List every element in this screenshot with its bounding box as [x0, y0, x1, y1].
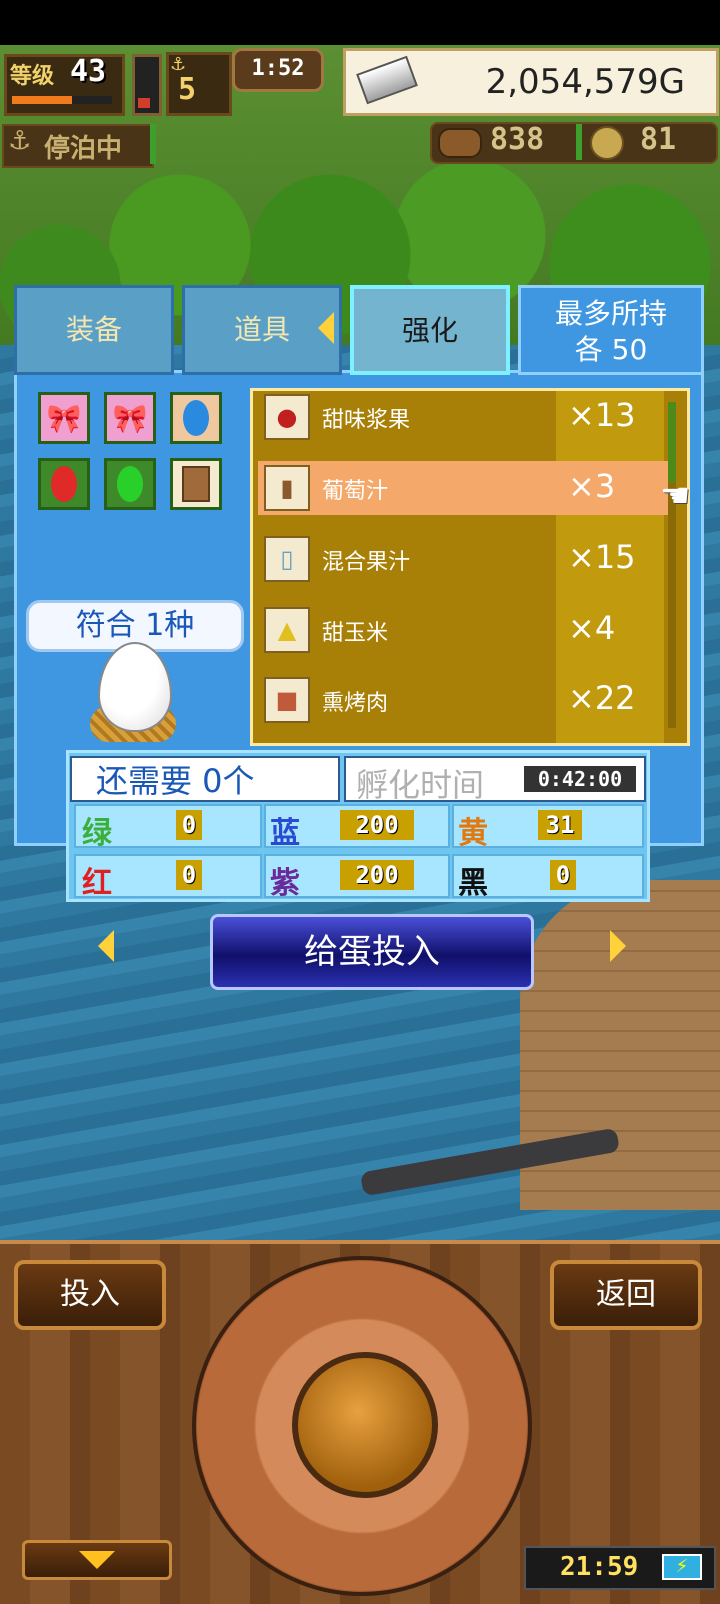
stat-value-black: 0: [550, 860, 576, 890]
battery-icon: ⚡: [662, 1554, 702, 1580]
item-quantity: ×15: [568, 538, 636, 576]
bottle-icon: ▯: [264, 536, 310, 582]
stat-label-black: 黑: [458, 866, 488, 901]
dock-indicator: [150, 124, 156, 164]
list-item-selected[interactable]: ▮ 葡萄汁 ×3: [258, 461, 668, 515]
coin-icon: [590, 126, 624, 160]
item-quantity: ×22: [568, 679, 636, 717]
stat-value-green: 0: [176, 810, 202, 840]
red-potion-icon[interactable]: [38, 458, 90, 510]
invest-button[interactable]: 投入: [14, 1260, 166, 1330]
stat-label-yellow: 黄: [458, 816, 488, 851]
blue-potion-icon[interactable]: [170, 392, 222, 444]
dock-status: 停泊中: [44, 134, 123, 164]
ship-count: 5: [178, 72, 197, 107]
item-quantity: ×3: [568, 467, 616, 505]
wood-value: 838: [490, 122, 545, 157]
anchor-icon: ⚓: [8, 126, 32, 156]
top-clock: 1:52: [232, 48, 324, 92]
hatch-time-value: 0:42:00: [524, 766, 636, 792]
status-time: 21:59: [560, 1552, 639, 1582]
needed-count: 还需要 0个: [70, 756, 340, 802]
max-holding-label: 最多所持: [554, 297, 667, 330]
item-name: 熏烤肉: [322, 691, 389, 716]
item-quantity: ×4: [568, 609, 616, 647]
meat-icon: ■: [264, 677, 310, 723]
wood-icon: [438, 128, 482, 158]
next-egg-arrow-icon[interactable]: [610, 930, 626, 962]
green-potion-icon[interactable]: [104, 458, 156, 510]
stat-label-purple: 紫: [270, 866, 300, 901]
corn-icon: ▲: [264, 607, 310, 653]
tab-left-arrow-icon[interactable]: [318, 312, 334, 344]
mug-icon[interactable]: [170, 458, 222, 510]
max-holding-info: 最多所持 各 50: [518, 285, 704, 375]
level-value: 43: [70, 54, 107, 89]
list-item[interactable]: ● 甜味浆果 ×13: [258, 390, 668, 444]
berry-icon: ●: [264, 394, 310, 440]
stat-value-blue: 200: [340, 810, 414, 840]
tab-equip[interactable]: 装备: [14, 285, 174, 375]
list-item[interactable]: ■ 熏烤肉 ×22: [258, 673, 668, 727]
level-label: 等级: [10, 64, 55, 89]
back-button[interactable]: 返回: [550, 1260, 702, 1330]
stat-value-yellow: 31: [538, 810, 582, 840]
scroll-thumb[interactable]: [668, 402, 676, 482]
ribbon-icon[interactable]: 🎀: [38, 392, 90, 444]
resource-divider: [576, 124, 582, 160]
stat-value-purple: 200: [340, 860, 414, 890]
pointer-hand-icon: ☚: [660, 476, 691, 516]
ribbon-icon[interactable]: 🎀: [104, 392, 156, 444]
invest-egg-button[interactable]: 给蛋投入: [210, 914, 534, 990]
center-button[interactable]: [292, 1352, 438, 1498]
menu-toggle-button[interactable]: [22, 1540, 172, 1580]
level-progress-fill: [12, 96, 72, 104]
list-item[interactable]: ▲ 甜玉米 ×4: [258, 603, 668, 657]
item-quantity: ×13: [568, 396, 636, 434]
tab-enhance[interactable]: 强化: [350, 285, 510, 375]
item-name: 甜味浆果: [322, 408, 411, 433]
max-holding-value: 各 50: [574, 333, 648, 366]
gauge-fill: [138, 98, 150, 108]
stat-value-red: 0: [176, 860, 202, 890]
item-name: 混合果汁: [322, 550, 411, 575]
hatch-time-label: 孵化时间: [356, 766, 485, 804]
item-name: 甜玉米: [322, 621, 389, 646]
top-bar: [0, 0, 720, 45]
chevron-down-icon: [79, 1551, 115, 1569]
prev-egg-arrow-icon[interactable]: [98, 930, 114, 962]
gold-value: 2,054,579G: [485, 62, 685, 102]
stat-label-green: 绿: [82, 816, 112, 851]
mug-icon: ▮: [264, 465, 310, 511]
stat-label-red: 红: [82, 866, 112, 901]
stat-label-blue: 蓝: [270, 816, 300, 851]
coin-value: 81: [640, 122, 677, 157]
item-name: 葡萄汁: [322, 479, 389, 504]
list-item[interactable]: ▯ 混合果汁 ×15: [258, 532, 668, 586]
